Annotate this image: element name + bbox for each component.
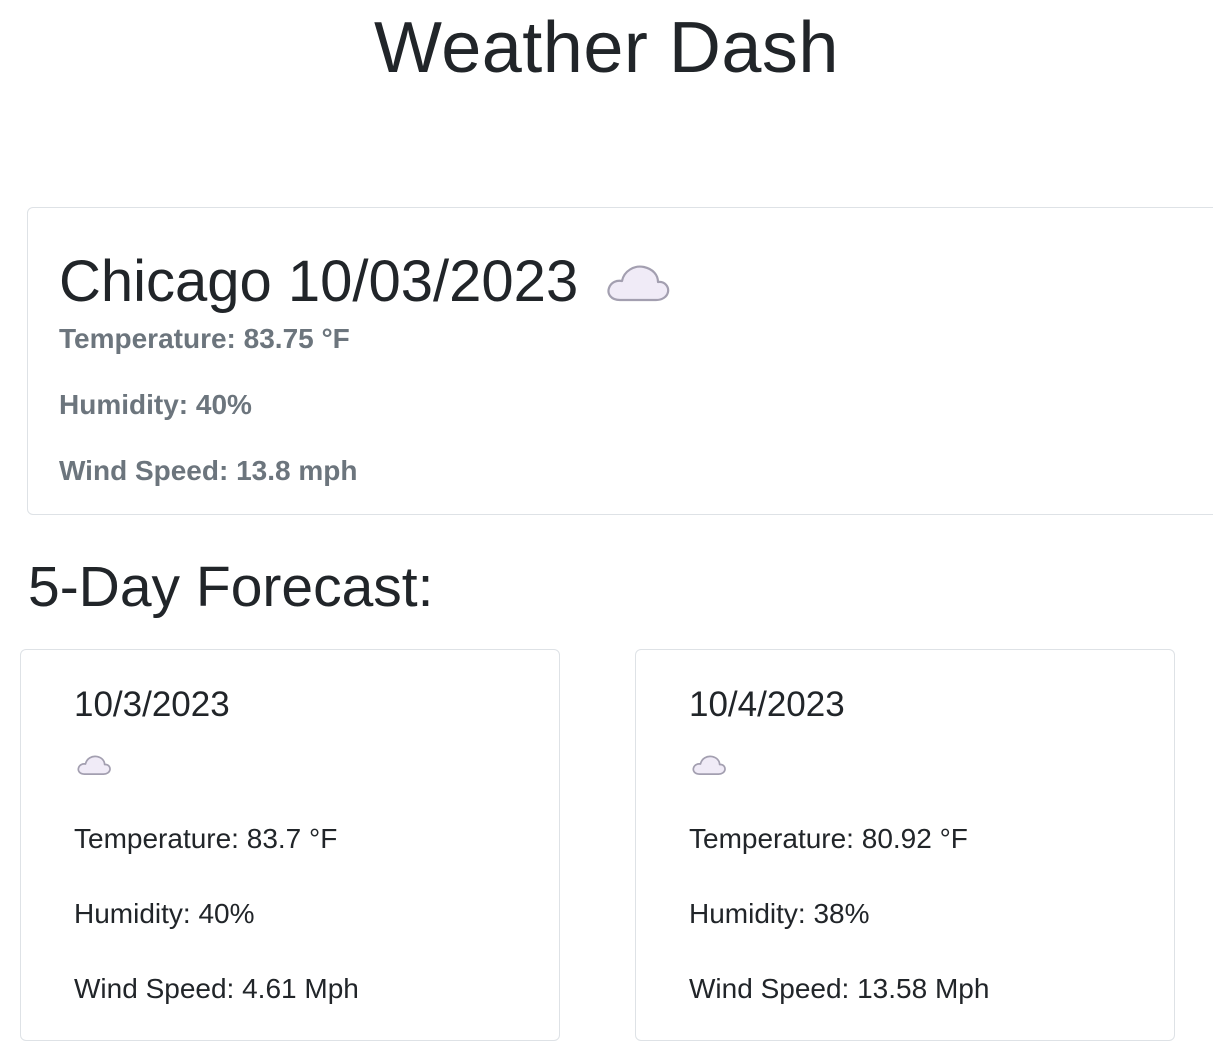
page-title: Weather Dash (374, 8, 839, 88)
forecast-wind-speed: Wind Speed: 4.61 Mph (74, 973, 359, 1004)
forecast-wind-speed: Wind Speed: 13.58 Mph (689, 973, 990, 1004)
current-humidity: Humidity: 40% (59, 389, 252, 420)
forecast-humidity: Humidity: 40% (74, 898, 255, 929)
forecast-date: 10/3/2023 (74, 685, 230, 724)
current-weather-card: Chicago 10/03/2023 Temperature: 83.75 °F… (27, 207, 1213, 515)
forecast-card: 10/4/2023 Temperature: 80.92 °F Humidity… (635, 649, 1175, 1041)
forecast-temperature: Temperature: 83.7 °F (74, 823, 338, 854)
forecast-humidity: Humidity: 38% (689, 898, 870, 929)
current-city-date: Chicago 10/03/2023 (59, 249, 579, 314)
cloud-icon (692, 752, 726, 781)
forecast-card: 10/3/2023 Temperature: 83.7 °F Humidity:… (20, 649, 560, 1041)
forecast-date: 10/4/2023 (689, 685, 845, 724)
current-heading: Chicago 10/03/2023 (59, 246, 670, 318)
forecast-title: 5-Day Forecast: (28, 555, 434, 619)
current-wind-speed: Wind Speed: 13.8 mph (59, 455, 358, 486)
forecast-temperature: Temperature: 80.92 °F (689, 823, 968, 854)
cloud-icon (77, 752, 111, 781)
cloud-icon (606, 250, 670, 318)
current-temperature: Temperature: 83.75 °F (59, 323, 350, 354)
